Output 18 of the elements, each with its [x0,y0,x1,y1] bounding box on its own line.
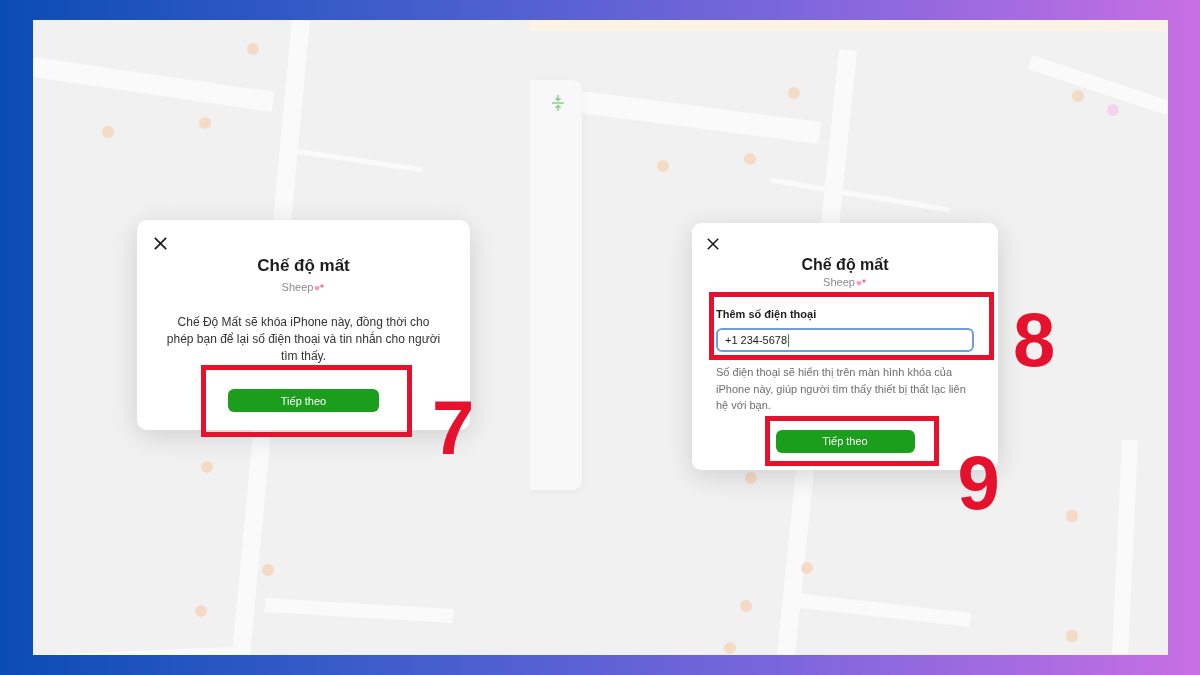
next-button[interactable]: Tiếp theo [228,389,379,412]
dialog-title: Chế độ mất [801,255,889,275]
dialog-message: Chế Độ Mất sẽ khóa iPhone này, đồng thời cho phép bạn để lại số điện thoại và tin nhắn cho người tìm thấy. [165,314,442,365]
dialog-message: Số điện thoại sẽ hiển thị trên màn hình khóa của iPhone này, giúp người tìm thấy thiết bị thất lạc liên hệ với bạn. [716,365,967,413]
device-name: Sheep [823,276,855,289]
close-icon[interactable] [707,238,719,250]
field-label: Thêm số điện thoại [716,307,817,321]
close-icon[interactable] [154,237,167,250]
step-number: 7 [432,390,475,466]
step-number: 8 [1013,302,1056,378]
next-button[interactable]: Tiếp theo [775,429,915,453]
phone-field[interactable]: +1 234-5678 [716,328,974,352]
hearts-icon [855,278,867,287]
dialog-title: Chế độ mất [257,256,350,276]
device-name: Sheep [281,280,314,294]
text-cursor-icon [788,333,790,347]
step-number: 9 [957,444,1000,521]
hearts-icon [314,282,326,292]
